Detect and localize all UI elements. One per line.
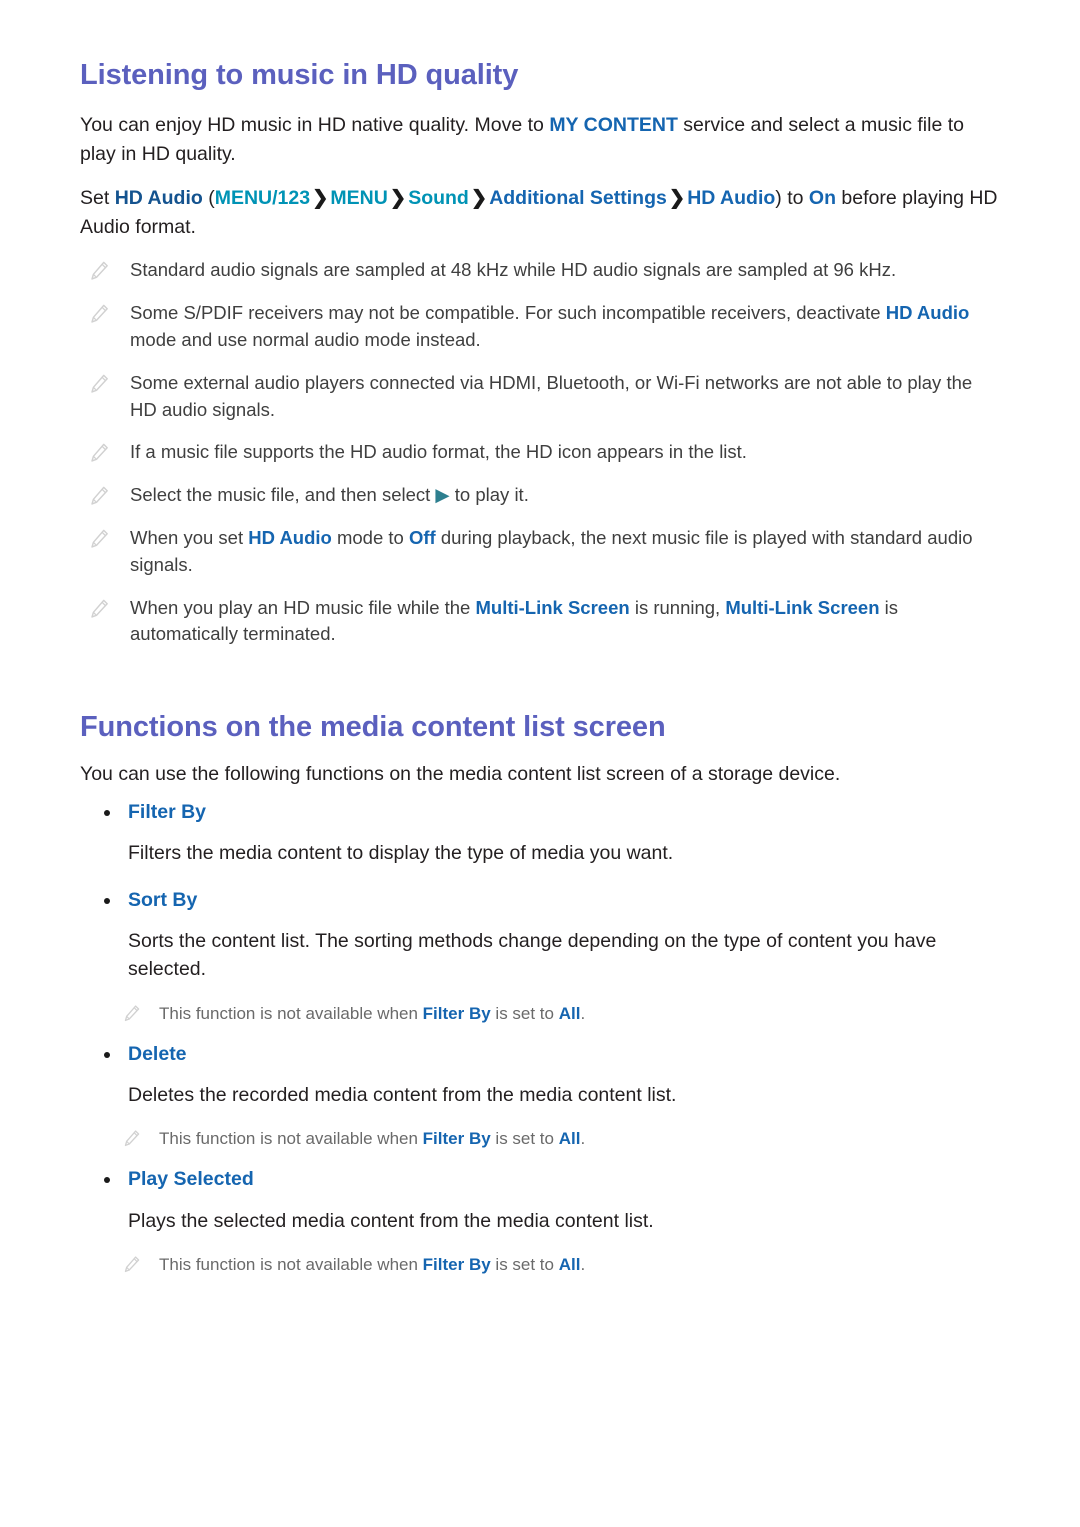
section-title-media-functions: Functions on the media content list scre… xyxy=(80,711,666,744)
settings-path-paragraph: Set HD Audio (MENU/123 ❯ MENU ❯ Sound ❯ Additi… xyxy=(80,184,1000,241)
subnote-text: This function is not available when Filt… xyxy=(159,1254,586,1274)
document-page: Listening to music in HD quality You can… xyxy=(0,0,1080,1527)
note-item: Standard audio signals are sampled at 48… xyxy=(80,257,1000,284)
function-label[interactable]: Filter By xyxy=(128,798,206,827)
function-description: Plays the selected media content from th… xyxy=(128,1209,654,1232)
path-step-additional-settings[interactable]: Additional Settings xyxy=(489,187,667,209)
function-subnote: This function is not available when Filt… xyxy=(122,1002,1000,1026)
pencil-icon xyxy=(122,1129,141,1148)
path-step-menu123[interactable]: MENU/123 xyxy=(215,187,310,209)
note-item: Select the music file, and then select ▶… xyxy=(80,482,1000,509)
inline-term-hd-audio[interactable]: HD Audio xyxy=(248,527,332,548)
inline-value-all[interactable]: All xyxy=(559,1255,581,1274)
note-item: When you set HD Audio mode to Off during… xyxy=(80,525,1000,579)
path-step-hd-audio[interactable]: HD Audio xyxy=(687,187,775,209)
pencil-icon xyxy=(88,373,110,395)
function-description: Filters the media content to display the… xyxy=(128,842,674,865)
inline-term-multi-link-screen[interactable]: Multi-Link Screen xyxy=(725,597,879,618)
function-item-play-selected[interactable]: Play Selected xyxy=(80,1165,1000,1194)
note-text: Some S/PDIF receivers may not be compati… xyxy=(130,302,970,350)
inline-value-all[interactable]: All xyxy=(559,1129,581,1148)
inline-term-filter-by[interactable]: Filter By xyxy=(423,1255,491,1274)
chevron-right-icon-1: ❯ xyxy=(312,187,329,210)
note-item: When you play an HD music file while the… xyxy=(80,595,1000,649)
subnote-text: This function is not available when Filt… xyxy=(159,1129,586,1149)
note-item: If a music file supports the HD audio fo… xyxy=(80,439,1000,466)
intro-paragraph: You can enjoy HD music in HD native qual… xyxy=(80,111,1000,168)
pencil-icon xyxy=(88,598,110,620)
bullet-icon xyxy=(104,1051,110,1058)
path-step-sound[interactable]: Sound xyxy=(408,187,469,209)
function-description: Deletes the recorded media content from … xyxy=(128,1083,677,1106)
inline-value-all[interactable]: All xyxy=(559,1004,581,1023)
my-content-link[interactable]: MY CONTENT xyxy=(549,114,678,136)
function-subnote: This function is not available when Filt… xyxy=(122,1127,1000,1151)
function-label[interactable]: Play Selected xyxy=(128,1165,254,1194)
intro-text-pre: You can enjoy HD music in HD native qual… xyxy=(80,114,550,137)
page-title: Listening to music in HD quality xyxy=(80,59,519,91)
path-step-menu[interactable]: MENU xyxy=(330,187,387,209)
path-setting-hd-audio[interactable]: HD Audio xyxy=(115,187,203,209)
pencil-icon xyxy=(88,485,110,507)
inline-term-filter-by[interactable]: Filter By xyxy=(423,1129,491,1148)
path-open-paren: ( xyxy=(202,187,215,210)
note-text: Some external audio players connected vi… xyxy=(130,371,973,420)
chevron-right-icon-3: ❯ xyxy=(470,187,488,210)
subnote-text: This function is not available when Filt… xyxy=(159,1003,586,1023)
note-text: When you play an HD music file while the… xyxy=(130,596,899,645)
function-item-sort-by[interactable]: Sort By xyxy=(80,886,1000,915)
function-description: Sorts the content list. The sorting meth… xyxy=(128,930,937,981)
function-label[interactable]: Sort By xyxy=(128,886,197,915)
functions-list: Filter By Filters the media content to d… xyxy=(80,798,1000,1277)
pencil-icon xyxy=(88,303,110,325)
note-item: Some external audio players connected vi… xyxy=(80,370,1000,424)
function-item-filter-by[interactable]: Filter By xyxy=(80,798,1000,827)
pencil-icon xyxy=(122,1004,141,1023)
play-icon: ▶ xyxy=(435,484,450,506)
pencil-icon xyxy=(88,260,110,282)
bullet-icon xyxy=(104,897,110,904)
path-value-on[interactable]: On xyxy=(809,187,836,209)
note-text: When you set HD Audio mode to Off during… xyxy=(130,526,973,575)
function-subnote: This function is not available when Filt… xyxy=(122,1253,1000,1277)
inline-value-off[interactable]: Off xyxy=(409,527,436,548)
bullet-icon xyxy=(104,1177,110,1184)
pencil-icon xyxy=(88,442,110,464)
bullet-icon xyxy=(104,810,110,817)
inline-term-multi-link-screen[interactable]: Multi-Link Screen xyxy=(475,597,629,618)
path-lead: Set xyxy=(80,187,115,210)
function-item-delete[interactable]: Delete xyxy=(80,1040,1000,1069)
note-text: If a music file supports the HD audio fo… xyxy=(130,441,747,463)
inline-term-filter-by[interactable]: Filter By xyxy=(423,1004,491,1023)
chevron-right-icon-4: ❯ xyxy=(668,187,686,210)
function-label[interactable]: Delete xyxy=(128,1040,187,1069)
chevron-right-icon-2: ❯ xyxy=(389,187,407,210)
inline-term-hd-audio[interactable]: HD Audio xyxy=(886,302,970,323)
media-functions-intro: You can use the following functions on t… xyxy=(80,762,841,785)
pencil-icon xyxy=(88,528,110,550)
note-item: Some S/PDIF receivers may not be compati… xyxy=(80,300,1000,354)
note-text: Standard audio signals are sampled at 48… xyxy=(130,259,897,281)
note-text: Select the music file, and then select ▶… xyxy=(130,484,529,506)
hd-quality-note-list: Standard audio signals are sampled at 48… xyxy=(80,257,1000,648)
path-mid: to xyxy=(781,187,809,210)
pencil-icon xyxy=(122,1255,141,1274)
